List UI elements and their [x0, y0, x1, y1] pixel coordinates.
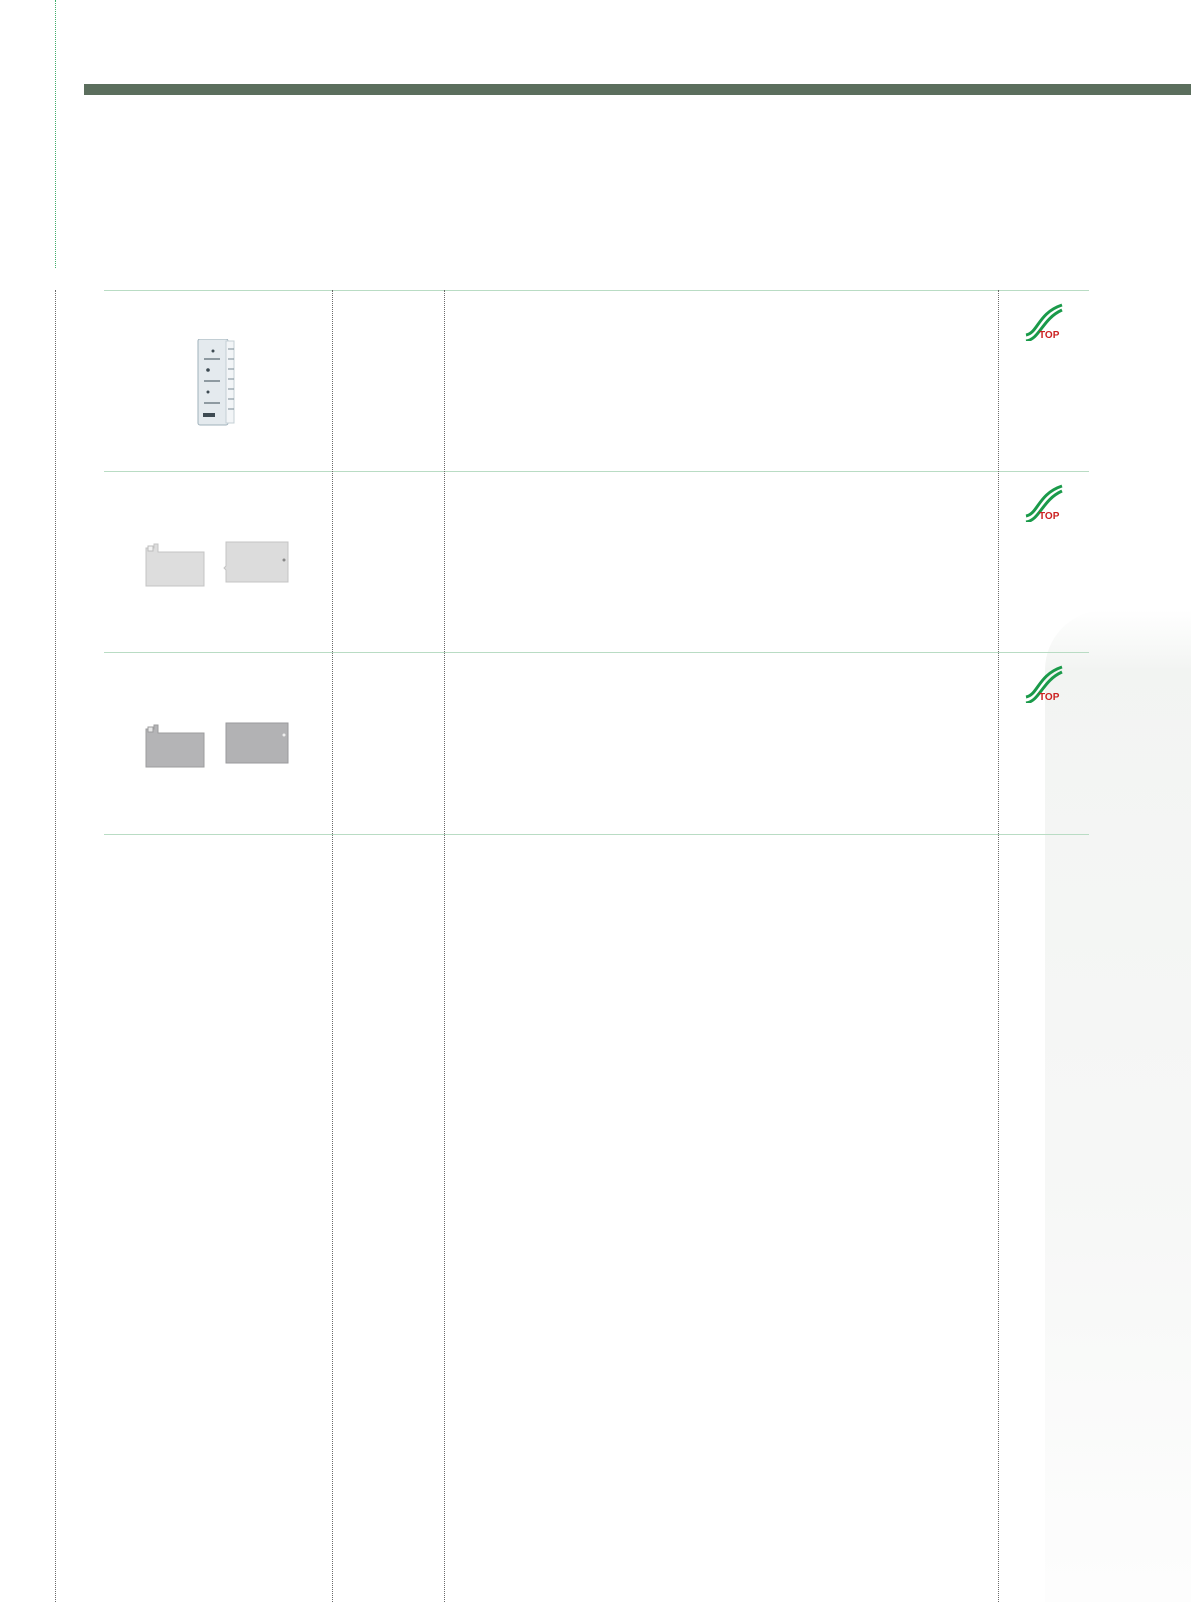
top-link-label: TOP: [1039, 330, 1060, 341]
table-row: TOP: [104, 472, 1089, 652]
door-shelf-part-icon: [197, 339, 235, 426]
top-link-label: TOP: [1039, 511, 1060, 522]
top-link[interactable]: TOP: [1022, 663, 1064, 703]
top-arrow-icon: TOP: [1025, 303, 1063, 341]
table-row: TOP: [104, 653, 1089, 833]
table-row: TOP: [104, 291, 1089, 471]
top-link[interactable]: TOP: [1022, 301, 1064, 341]
top-arrow-icon: TOP: [1025, 665, 1063, 703]
top-arrow-icon: TOP: [1025, 484, 1063, 522]
top-link[interactable]: TOP: [1022, 482, 1064, 522]
top-link-label: TOP: [1039, 692, 1060, 703]
row-divider: [104, 834, 1089, 835]
parts-table: TOP TOP TOP: [0, 0, 1191, 1602]
light-gray-cover-plates-icon: [145, 541, 289, 587]
dark-gray-cover-plates-icon: [145, 722, 289, 768]
